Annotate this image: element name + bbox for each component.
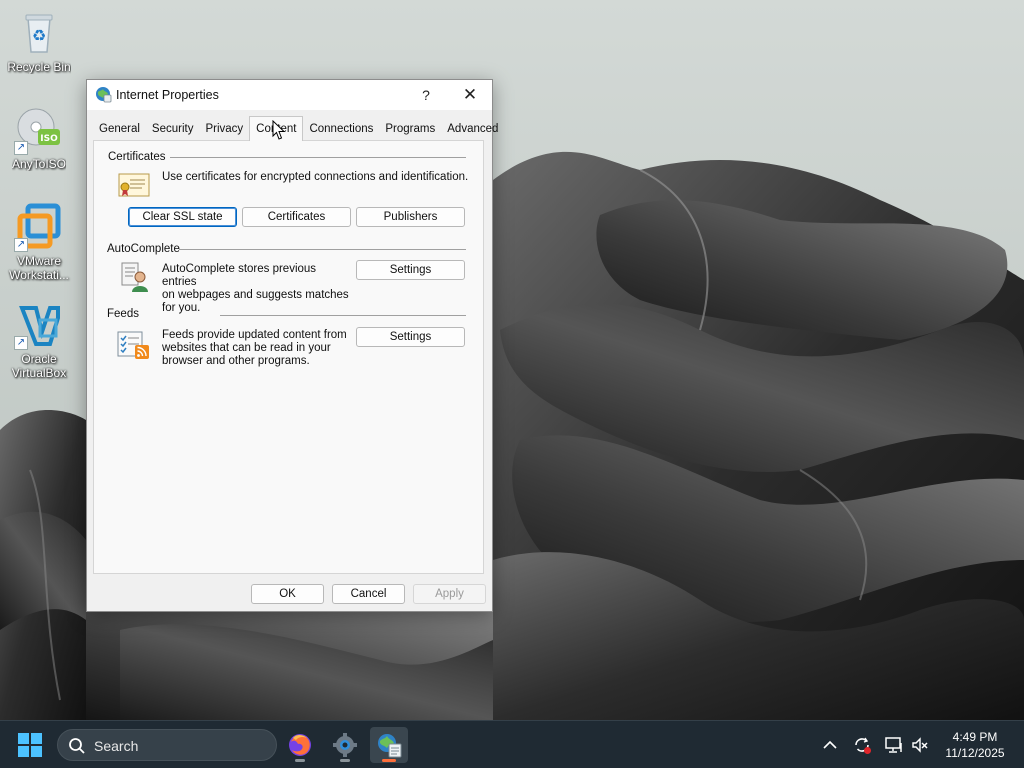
- desktop-icon-recycle-bin[interactable]: ♻ Recycle Bin: [4, 8, 74, 74]
- desktop-icon-label: Recycle Bin: [7, 60, 71, 74]
- shortcut-arrow-icon: ↗: [14, 238, 28, 252]
- start-button[interactable]: [16, 732, 44, 758]
- desktop-icon-virtualbox[interactable]: ↗ Oracle VirtualBox: [4, 300, 74, 380]
- tab-strip: General Security Privacy Content Connect…: [93, 116, 504, 141]
- desktop-icon-anytoiso[interactable]: ISO ↗ AnyToISO: [4, 105, 74, 171]
- autocomplete-group-title: AutoComplete: [107, 243, 180, 255]
- taskbar: Search 4:49 PM 11/12/2025: [0, 720, 1024, 768]
- internet-properties-icon: [378, 734, 402, 758]
- tab-advanced[interactable]: Advanced: [441, 118, 504, 140]
- tray-sync-button[interactable]: [850, 733, 874, 757]
- disc-iso-icon: ISO ↗: [14, 105, 64, 155]
- svg-text:♻: ♻: [32, 26, 46, 45]
- search-icon: [69, 738, 85, 754]
- taskbar-search-box[interactable]: Search: [57, 729, 277, 761]
- close-icon: ✕: [462, 85, 478, 104]
- content-tab-panel: Certificates Use certificates for encryp…: [93, 140, 484, 574]
- certificates-group-title: Certificates: [108, 151, 166, 163]
- running-indicator: [295, 759, 305, 762]
- feeds-settings-button[interactable]: Settings: [356, 327, 465, 347]
- windows-logo-icon: [18, 733, 42, 757]
- tab-connections[interactable]: Connections: [303, 118, 379, 140]
- dialog-title: Internet Properties: [116, 88, 219, 102]
- autocomplete-icon: [120, 261, 150, 296]
- tab-programs[interactable]: Programs: [379, 118, 441, 140]
- group-divider: [220, 315, 466, 316]
- certificates-button[interactable]: Certificates: [242, 207, 351, 227]
- internet-properties-dialog: Internet Properties ? ✕ General Security…: [86, 79, 498, 612]
- taskbar-app-firefox[interactable]: [281, 727, 319, 763]
- ok-button[interactable]: OK: [251, 584, 324, 604]
- group-divider: [179, 249, 466, 250]
- feeds-icon: [116, 330, 150, 363]
- autocomplete-description: AutoComplete stores previous entries on …: [162, 263, 349, 314]
- firefox-icon: [289, 734, 311, 756]
- tab-privacy[interactable]: Privacy: [199, 118, 249, 140]
- taskbar-app-settings[interactable]: [326, 727, 364, 763]
- clock-date: 11/12/2025: [945, 746, 1005, 760]
- tray-volume-button[interactable]: [908, 733, 932, 757]
- chevron-up-icon: [823, 740, 837, 749]
- dialog-titlebar[interactable]: Internet Properties ? ✕: [87, 80, 492, 110]
- clock-time: 4:49 PM: [952, 730, 998, 744]
- group-divider: [170, 157, 466, 158]
- sync-alert-icon: [855, 737, 871, 754]
- recycle-bin-icon: ♻: [14, 8, 64, 58]
- running-indicator: [382, 759, 396, 762]
- help-button[interactable]: ?: [404, 80, 448, 110]
- desktop-icon-label: VMware Workstati...: [9, 254, 69, 282]
- autocomplete-settings-button[interactable]: Settings: [356, 260, 465, 280]
- desktop-icon-label: AnyToISO: [11, 157, 67, 171]
- iso-badge: ISO: [40, 134, 58, 144]
- settings-gear-icon: [333, 733, 357, 757]
- feeds-group-title: Feeds: [107, 308, 139, 320]
- desktop-icon-vmware[interactable]: ↗ VMware Workstati...: [4, 202, 74, 282]
- network-monitor-icon: [885, 737, 902, 753]
- running-indicator: [340, 759, 350, 762]
- speaker-muted-icon: [912, 737, 928, 753]
- taskbar-app-internet-properties[interactable]: [370, 727, 408, 763]
- shortcut-arrow-icon: ↗: [14, 141, 28, 155]
- tab-general[interactable]: General: [93, 118, 146, 140]
- certificate-icon: [118, 172, 150, 201]
- close-button[interactable]: ✕: [448, 80, 492, 110]
- internet-options-icon: [95, 86, 112, 103]
- tab-security[interactable]: Security: [146, 118, 200, 140]
- certificates-description: Use certificates for encrypted connectio…: [162, 171, 469, 183]
- vmware-icon: ↗: [14, 202, 64, 252]
- taskbar-clock[interactable]: 4:49 PM 11/12/2025: [935, 729, 1015, 761]
- search-label: Search: [94, 738, 139, 754]
- apply-button[interactable]: Apply: [413, 584, 486, 604]
- feeds-description: Feeds provide updated content from websi…: [162, 329, 347, 367]
- publishers-button[interactable]: Publishers: [356, 207, 465, 227]
- tray-network-button[interactable]: [882, 733, 906, 757]
- cancel-button[interactable]: Cancel: [332, 584, 405, 604]
- virtualbox-icon: ↗: [14, 300, 64, 350]
- mouse-cursor-icon: [272, 119, 286, 140]
- clear-ssl-state-button[interactable]: Clear SSL state: [128, 207, 237, 227]
- show-hidden-icons-button[interactable]: [818, 733, 842, 757]
- desktop-icon-label: Oracle VirtualBox: [11, 352, 67, 380]
- shortcut-arrow-icon: ↗: [14, 336, 28, 350]
